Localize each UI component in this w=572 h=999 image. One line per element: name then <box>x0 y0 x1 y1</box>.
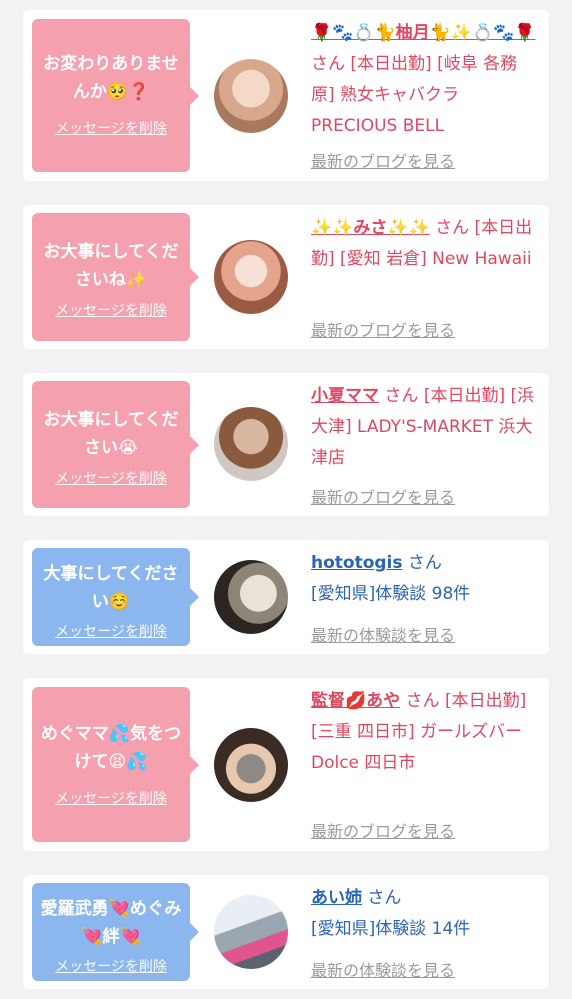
message-card: 大事にしてください☺️ メッセージを削除 hototogis さん [愛知県]体… <box>23 540 549 654</box>
honorific: さん <box>311 54 345 74</box>
avatar[interactable] <box>214 407 288 481</box>
sender-name[interactable]: あい姉 <box>311 888 362 908</box>
message-text: 愛羅武勇💘めぐみ💘絆💘 <box>40 899 182 947</box>
honorific: さん <box>435 218 470 238</box>
message-card: お変わりありませんか🥺❓ メッセージを削除 🌹🐾💍🐈柚月🐈✨💍🐾🌹 さん [本日… <box>23 10 549 181</box>
latest-review-link[interactable]: 最新の体験談を見る <box>311 957 455 981</box>
message-bubble: お変わりありませんか🥺❓ メッセージを削除 <box>32 19 199 172</box>
message-card: めぐママ💦気をつけて😫💦 メッセージを削除 監督💋あや さん [本日出勤] [三… <box>23 678 549 851</box>
honorific: さん <box>384 386 419 406</box>
sender-info: ✨✨みさ✨✨ さん [本日出勤] [愛知 岩倉] New Hawaii <box>311 213 537 275</box>
latest-blog-link[interactable]: 最新のブログを見る <box>311 148 455 172</box>
message-card: お大事にしてくださいね✨ メッセージを削除 ✨✨みさ✨✨ さん [本日出勤] [… <box>23 205 549 349</box>
avatar[interactable] <box>214 59 288 133</box>
sender-name[interactable]: ✨✨みさ✨✨ <box>311 218 430 238</box>
sender-info: 🌹🐾💍🐈柚月🐈✨💍🐾🌹 さん [本日出勤] [岐阜 各務原] 熟女キャバクラ P… <box>311 18 537 142</box>
honorific: さん <box>367 888 402 908</box>
sender-name[interactable]: 🌹🐾💍🐈柚月🐈✨💍🐾🌹 <box>311 23 536 43</box>
delete-message-link[interactable]: メッセージを削除 <box>32 468 190 488</box>
sender-detail: [愛知県]体験談 14件 <box>311 919 471 939</box>
latest-blog-link[interactable]: 最新のブログを見る <box>311 818 455 842</box>
message-bubble: 愛羅武勇💘めぐみ💘絆💘 メッセージを削除 <box>32 883 199 981</box>
avatar[interactable] <box>214 895 288 969</box>
honorific: さん <box>407 553 442 573</box>
message-bubble: めぐママ💦気をつけて😫💦 メッセージを削除 <box>32 687 199 842</box>
message-bubble: お大事にしてください😭 メッセージを削除 <box>32 381 199 508</box>
message-card: 愛羅武勇💘めぐみ💘絆💘 メッセージを削除 あい姉 さん [愛知県]体験談 14件… <box>23 875 549 989</box>
sender-name[interactable]: 監督💋あや <box>311 691 400 711</box>
avatar[interactable] <box>214 560 288 634</box>
latest-blog-link[interactable]: 最新のブログを見る <box>311 484 455 508</box>
delete-message-link[interactable]: メッセージを削除 <box>32 788 190 808</box>
sender-info: 小夏ママ さん [本日出勤] [浜大津] LADY'S-MARKET 浜大津店 <box>311 381 537 474</box>
honorific: さん <box>405 691 440 711</box>
sender-name[interactable]: hototogis <box>311 553 403 573</box>
message-text: お大事にしてください😭 <box>43 410 179 458</box>
message-list: お変わりありませんか🥺❓ メッセージを削除 🌹🐾💍🐈柚月🐈✨💍🐾🌹 さん [本日… <box>0 0 572 999</box>
avatar[interactable] <box>214 728 288 802</box>
avatar[interactable] <box>214 240 288 314</box>
message-bubble: お大事にしてくださいね✨ メッセージを削除 <box>32 213 199 341</box>
delete-message-link[interactable]: メッセージを削除 <box>32 300 190 320</box>
message-text: お変わりありませんか🥺❓ <box>43 54 179 102</box>
message-text: めぐママ💦気をつけて😫💦 <box>40 724 182 772</box>
message-card: お大事にしてください😭 メッセージを削除 小夏ママ さん [本日出勤] [浜大津… <box>23 373 549 516</box>
latest-review-link[interactable]: 最新の体験談を見る <box>311 622 455 646</box>
sender-info: hototogis さん [愛知県]体験談 98件 <box>311 548 537 610</box>
message-text: 大事にしてください☺️ <box>43 564 179 612</box>
sender-name[interactable]: 小夏ママ <box>311 386 379 406</box>
delete-message-link[interactable]: メッセージを削除 <box>32 118 190 138</box>
delete-message-link[interactable]: メッセージを削除 <box>32 621 190 641</box>
sender-info: あい姉 さん [愛知県]体験談 14件 <box>311 883 537 945</box>
message-text: お大事にしてくださいね✨ <box>43 242 179 290</box>
sender-detail: [愛知県]体験談 98件 <box>311 584 471 604</box>
sender-info: 監督💋あや さん [本日出勤] [三重 四日市] ガールズバー Dolce 四日… <box>311 686 537 779</box>
delete-message-link[interactable]: メッセージを削除 <box>32 956 190 976</box>
message-bubble: 大事にしてください☺️ メッセージを削除 <box>32 548 199 646</box>
latest-blog-link[interactable]: 最新のブログを見る <box>311 317 455 341</box>
